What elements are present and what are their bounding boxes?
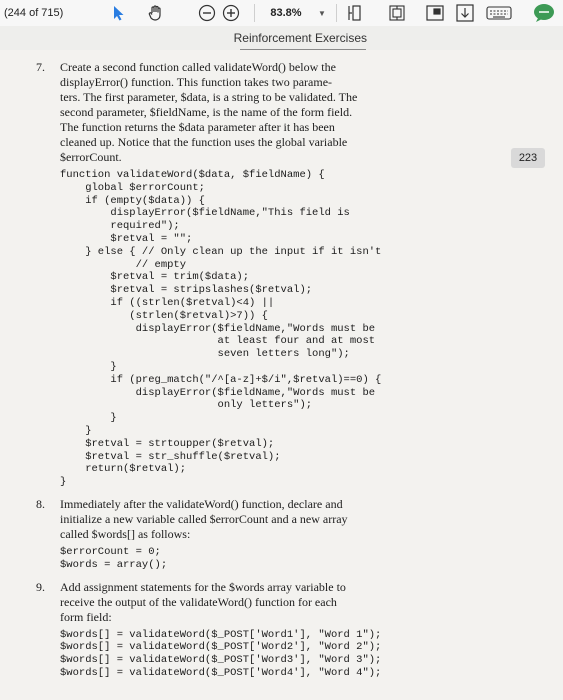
section-rule [240,49,366,50]
exercise-line: ters. The first parameter, $data, is a s… [60,90,358,104]
exercise-line: second parameter, $fieldName, is the nam… [60,105,353,119]
section-title: Reinforcement Exercises [233,31,367,45]
toolbar: (244 of 715) 83.8% ▼ [0,0,563,27]
exercise-line: receive the output of the validateWord()… [60,594,337,609]
code-block: $errorCount = 0; $words = array(); [60,545,168,571]
page-indicator: (244 of 715) [4,7,64,19]
zoom-dropdown-icon[interactable]: ▼ [316,3,328,23]
zoom-out-icon[interactable] [196,3,218,23]
exercise-line: Add assignment statements for the $words… [60,579,346,594]
exercise-text: Add assignment statements for the $words… [60,580,488,625]
exercise-line: cleaned up. Notice that the function use… [60,135,348,149]
exercise-line: $errorCount. [60,150,122,164]
exercise-number: 8. [36,496,45,511]
page-content: 7. Create a second function called valid… [18,60,488,688]
exercise-line: Immediately after the validateWord() fun… [60,496,343,511]
fit-page-icon[interactable] [386,3,408,23]
exercise-line: initialize a new variable called $errorC… [60,511,348,526]
toolbar-divider [336,4,337,22]
exercise-item: 9. Add assignment statements for the $wo… [18,580,488,680]
code-block: $words[] = validateWord($_POST['Word1'],… [60,628,382,679]
exercise-number: 9. [36,579,45,594]
exercise-item: 8. Immediately after the validateWord() … [18,497,488,572]
exercise-line: called $words[] as follows: [60,526,191,541]
code-block: function validateWord($data, $fieldName)… [60,169,382,489]
comment-icon[interactable] [532,3,556,23]
pointer-icon[interactable] [108,3,130,23]
exercise-line: displayError() function. This function t… [60,75,333,89]
page-number: 223 [511,148,545,168]
download-icon[interactable] [454,3,476,23]
exercise-item: 7. Create a second function called valid… [18,60,488,489]
zoom-in-icon[interactable] [220,3,242,23]
exercise-number: 7. [36,60,45,74]
keyboard-icon[interactable] [484,3,514,23]
exercise-line: form field: [60,609,112,624]
toolbar-divider [254,4,255,22]
exercise-line: The function returns the $data parameter… [60,120,335,134]
thumbnail-icon[interactable] [424,3,446,23]
exercise-line: Create a second function called validate… [60,60,336,74]
fit-width-icon[interactable] [344,3,366,23]
exercise-text: Create a second function called validate… [60,60,488,165]
exercise-text: Immediately after the validateWord() fun… [60,497,488,542]
hand-icon[interactable] [144,3,168,23]
zoom-level[interactable]: 83.8% [262,3,310,23]
